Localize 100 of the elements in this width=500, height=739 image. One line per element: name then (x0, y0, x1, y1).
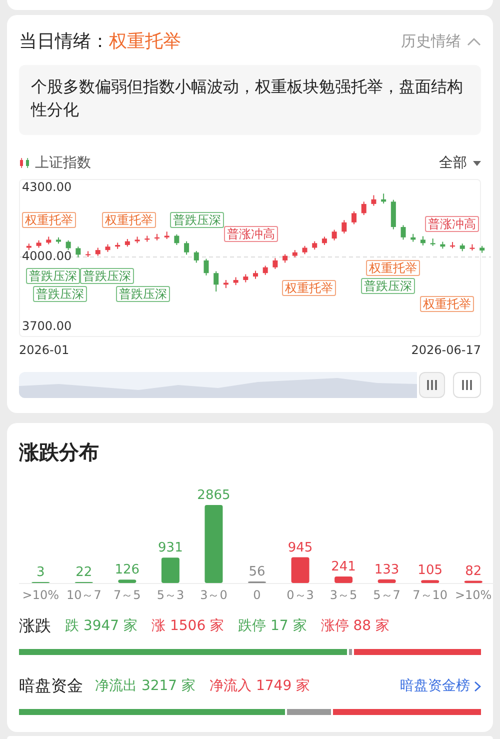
candle (332, 229, 337, 241)
signal-tag: 权重托举 (282, 280, 336, 296)
category-label: 10～7 (66, 588, 102, 601)
value-label: 105 (418, 563, 442, 578)
candle (105, 244, 110, 252)
bar (334, 576, 353, 583)
stat-text: 净流出 3217 家 (95, 676, 196, 696)
value-label: 3 (36, 565, 45, 580)
breadth-label: 涨跌 (19, 615, 51, 637)
candle (124, 238, 130, 248)
signal-tag: 普跌压深 (80, 268, 134, 284)
axis-label: 3700.00 (22, 320, 72, 333)
value-label: 22 (76, 565, 92, 580)
candle (440, 241, 446, 250)
axis-label: 4300.00 (22, 181, 72, 194)
stat-text: 涨停 88 家 (320, 616, 390, 636)
candle (272, 258, 278, 270)
signal-tag: 权重托举 (22, 212, 76, 228)
section-title: 涨跌分布 (19, 439, 100, 465)
range-dropdown[interactable]: 全部 (439, 152, 481, 174)
sentiment-value: 权重托举 (109, 30, 181, 54)
value-label: 241 (331, 559, 356, 574)
value-label: 945 (288, 540, 313, 556)
stat-text: 净流入 1749 家 (210, 676, 310, 696)
axis-label: 4000.00 (22, 250, 72, 264)
category-label: >10% (455, 588, 492, 601)
candle (223, 280, 228, 289)
signal-tag: 普涨冲高 (224, 226, 278, 242)
candle (95, 247, 100, 256)
category-label: 5～7 (373, 588, 400, 601)
candle (253, 270, 258, 280)
dark-pool-label: 暗盘资金 (19, 675, 83, 697)
value-label: 2865 (197, 488, 230, 503)
axis-label: 2026-06-17 (411, 342, 481, 359)
candle (262, 265, 268, 276)
candle (243, 274, 248, 283)
candle (361, 201, 366, 216)
candle (322, 236, 327, 246)
value-label: 133 (374, 562, 400, 578)
candle (420, 236, 426, 246)
signal-tag: 普跌压深 (170, 212, 224, 228)
signal-tag: 权重托举 (102, 212, 156, 228)
candle (66, 240, 71, 251)
candle (390, 199, 396, 230)
signal-tag: 权重托举 (420, 296, 474, 312)
sentiment-label: 当日情绪： (19, 30, 109, 54)
category-label: 3～5 (330, 588, 358, 601)
candle (134, 236, 140, 244)
axis-label: 2026-01 (19, 342, 70, 359)
candle (312, 240, 318, 250)
value-label: 56 (248, 564, 266, 580)
range-handle[interactable] (419, 372, 445, 398)
candle (342, 220, 347, 234)
range-handle[interactable] (453, 372, 481, 398)
signal-tag: 普涨冲高 (425, 216, 479, 232)
category-label: 0 (253, 588, 261, 601)
dark-pool-ranking-link[interactable]: 暗盘资金榜 (400, 676, 481, 696)
candle (154, 233, 160, 241)
caret-icon (473, 160, 481, 166)
history-link[interactable]: 历史情绪 (401, 30, 461, 52)
bar (118, 580, 136, 583)
value-label: 82 (465, 564, 482, 579)
candle (115, 242, 120, 250)
candle (184, 240, 190, 256)
bar (464, 580, 482, 583)
bar (291, 557, 310, 583)
candle (352, 210, 356, 225)
candle (430, 238, 436, 246)
candle (371, 194, 376, 206)
candle (282, 254, 288, 264)
signal-tag: 普跌压深 (361, 278, 415, 294)
candle (302, 245, 308, 255)
category-label: >10% (22, 588, 59, 601)
category-label: 7～10 (412, 588, 448, 601)
grip-icon (461, 379, 473, 391)
value-label: 126 (114, 562, 140, 578)
candle (204, 258, 209, 276)
candle (36, 240, 42, 248)
category-label: 0～3 (286, 588, 314, 601)
category-label: 3～0 (200, 588, 228, 601)
category-label: 7～5 (114, 588, 141, 601)
candle (26, 243, 32, 251)
candle (450, 241, 456, 249)
stat-text: 跌停 17 家 (238, 616, 307, 636)
chevron-right-icon (474, 680, 481, 692)
bar (161, 558, 180, 583)
summary-text: 个股多数偏弱但指数小幅波动，权重板块勉强托举，盘面结构性分化 (31, 76, 464, 121)
signal-tag: 普跌压深 (33, 286, 87, 302)
candle (233, 276, 238, 286)
candle (86, 250, 91, 258)
candle (164, 231, 170, 240)
candle (470, 244, 475, 251)
signal-tag: 权重托举 (366, 260, 420, 276)
candlestick-icon (19, 157, 31, 169)
candle (292, 250, 298, 258)
candle (381, 193, 386, 204)
category-label: 5～3 (156, 588, 184, 601)
candle (56, 236, 61, 244)
candle (144, 235, 150, 242)
signal-tag: 普跌压深 (26, 268, 80, 284)
